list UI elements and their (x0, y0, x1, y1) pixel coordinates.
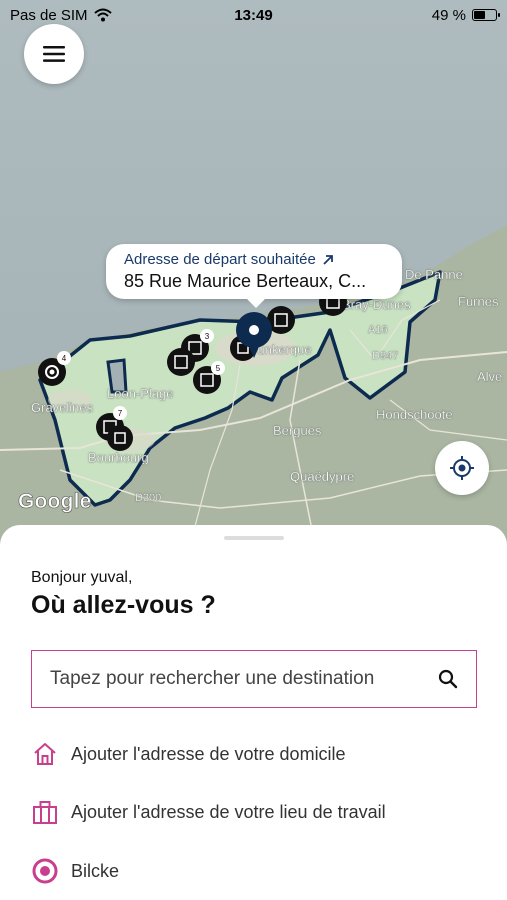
arrow-up-right-icon (323, 254, 333, 265)
add-home-label: Ajouter l'adresse de votre domicile (71, 743, 346, 764)
home-icon (31, 740, 59, 768)
saved-place-label: Bilcke (71, 860, 120, 881)
building-pin-icon[interactable] (107, 425, 133, 451)
sheet-grabber[interactable] (224, 536, 284, 540)
pin-count: 5 (216, 364, 221, 373)
bottom-sheet[interactable]: Bonjour yuval, Où allez-vous ? Ajouter l… (0, 525, 507, 900)
clock: 13:49 (234, 6, 273, 24)
greeting: Bonjour yuval, (31, 569, 133, 586)
departure-address: 85 Rue Maurice Berteaux, C... (124, 271, 367, 291)
add-work-label: Ajouter l'adresse de votre lieu de trava… (71, 801, 386, 822)
pin-count: 3 (205, 332, 210, 341)
page-title: Où allez-vous ? (31, 591, 216, 619)
target-place-icon (31, 857, 59, 885)
battery-icon (472, 9, 500, 21)
pin-count: 4 (62, 354, 67, 363)
departure-label-row: Adresse de départ souhaitée (124, 251, 384, 268)
add-home-item[interactable]: Ajouter l'adresse de votre domicile (31, 740, 346, 768)
battery-info: 49 % (327, 6, 500, 24)
building-pin-icon[interactable]: 4 (38, 351, 71, 386)
destination-search[interactable] (31, 650, 477, 708)
building-pin-icon[interactable] (167, 348, 195, 376)
google-attribution: Google (18, 490, 92, 514)
briefcase-icon (31, 798, 59, 826)
add-work-item[interactable]: Ajouter l'adresse de votre lieu de trava… (31, 798, 386, 826)
saved-place-item[interactable]: Bilcke (31, 857, 119, 885)
departure-address-callout[interactable]: Adresse de départ souhaitée 85 Rue Mauri… (106, 244, 402, 308)
menu-button[interactable] (24, 24, 84, 84)
departure-label: Adresse de départ souhaitée (124, 251, 316, 268)
building-pin-icon[interactable]: 5 (193, 361, 225, 394)
battery-percent: 49 % (431, 6, 466, 24)
search-input[interactable] (50, 668, 438, 690)
battery-fill (474, 11, 486, 19)
pin-count: 7 (118, 409, 123, 418)
wifi-icon (93, 8, 112, 22)
locate-me-button[interactable] (435, 441, 489, 495)
search-icon[interactable] (438, 669, 458, 689)
crosshair-icon (450, 456, 474, 480)
status-bar: Pas de SIM 13:49 49 % (0, 0, 507, 30)
hamburger-icon (43, 46, 65, 62)
carrier-label: Pas de SIM (10, 6, 88, 24)
carrier-info: Pas de SIM (10, 7, 180, 24)
